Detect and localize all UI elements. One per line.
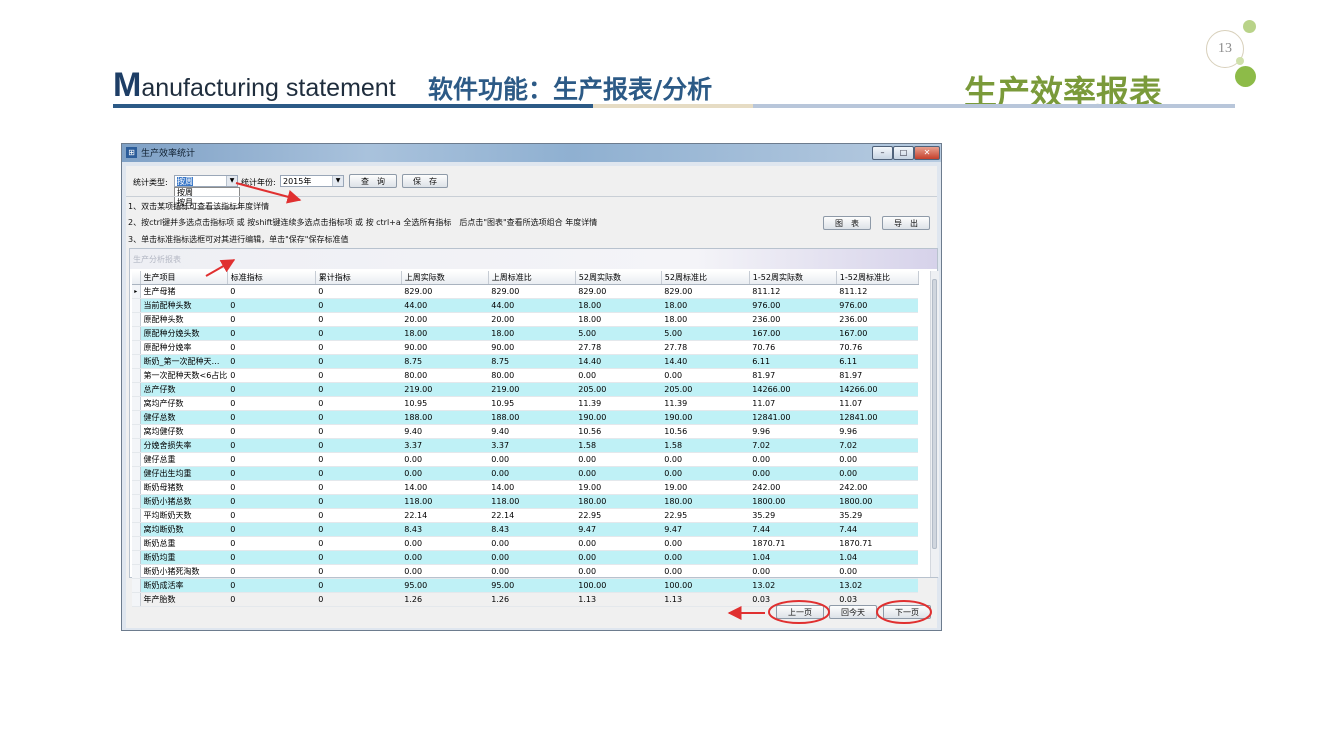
annotation-circle-prev [768,600,830,624]
annotation-arrow-report [205,259,236,277]
annotation-circle-next [876,600,932,624]
annotation-arrow-stat-type [235,182,302,204]
annotation-overlay [205,182,932,624]
